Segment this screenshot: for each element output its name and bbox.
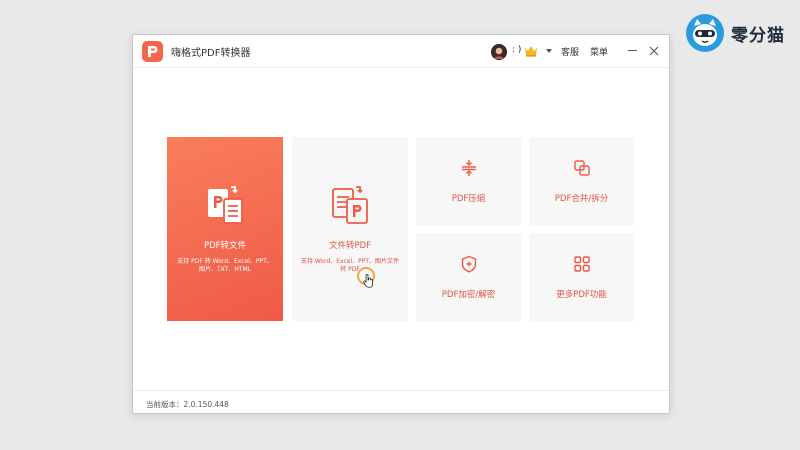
pdf-to-file-icon (208, 186, 243, 224)
tile-more-functions[interactable]: 更多PDF功能 (529, 233, 634, 321)
brand-watermark: 零分猫 (686, 14, 785, 52)
menu-button[interactable]: 菜单 (590, 45, 608, 58)
tile-encrypt-decrypt[interactable]: PDF加密/解密 (416, 233, 521, 321)
version-label: 当前版本：2.0.150.448 (146, 400, 229, 409)
compress-icon (461, 160, 476, 176)
hand-cursor-icon (363, 274, 373, 288)
tile-subtitle: 支持 Word、Excel、PPT、图片文件转 PDF (300, 258, 400, 273)
minimize-icon[interactable] (628, 50, 637, 51)
tile-label: PDF加密/解密 (441, 290, 496, 300)
tile-compress[interactable]: PDF压缩 (416, 137, 521, 225)
tile-label: PDF压缩 (451, 194, 486, 204)
window-title: 嗨格式PDF转换器 (171, 48, 251, 59)
vip-crown-icon[interactable] (524, 44, 538, 57)
user-name[interactable]: : ) (512, 45, 521, 55)
brand-name: 零分猫 (731, 25, 785, 46)
chevron-down-icon[interactable] (546, 49, 552, 53)
app-logo-icon (142, 41, 163, 62)
shield-icon (461, 255, 476, 273)
cat-logo-icon (686, 14, 724, 52)
status-bar: 当前版本：2.0.150.448 (133, 390, 669, 415)
tile-label: 更多PDF功能 (556, 290, 607, 300)
tile-subtitle: 支持 PDF 转 Word、Excel、PPT、图片、TXT、HTML (177, 258, 273, 273)
user-avatar[interactable] (491, 44, 507, 60)
app-window: 嗨格式PDF转换器 : ) 客服 菜单 PDF转文件 支持 PDF 转 Word… (132, 34, 670, 414)
tile-file-to-pdf[interactable]: 文件转PDF 支持 Word、Excel、PPT、图片文件转 PDF (292, 137, 408, 321)
merge-split-icon (573, 160, 590, 176)
tile-label: PDF合并/拆分 (554, 194, 609, 204)
file-to-pdf-icon (332, 186, 368, 224)
tile-label: 文件转PDF (328, 241, 372, 251)
customer-service-button[interactable]: 客服 (561, 45, 579, 58)
tile-pdf-to-file[interactable]: PDF转文件 支持 PDF 转 Word、Excel、PPT、图片、TXT、HT… (167, 137, 283, 321)
tile-label: PDF转文件 (203, 241, 247, 251)
title-bar[interactable]: 嗨格式PDF转换器 : ) 客服 菜单 (133, 35, 669, 68)
desktop: 零分猫 嗨格式PDF转换器 : ) 客服 菜单 PDF转文件 支持 PDF 转 … (0, 0, 800, 450)
tile-merge-split[interactable]: PDF合并/拆分 (529, 137, 634, 225)
close-icon[interactable] (648, 45, 660, 57)
grid-icon (573, 256, 590, 272)
